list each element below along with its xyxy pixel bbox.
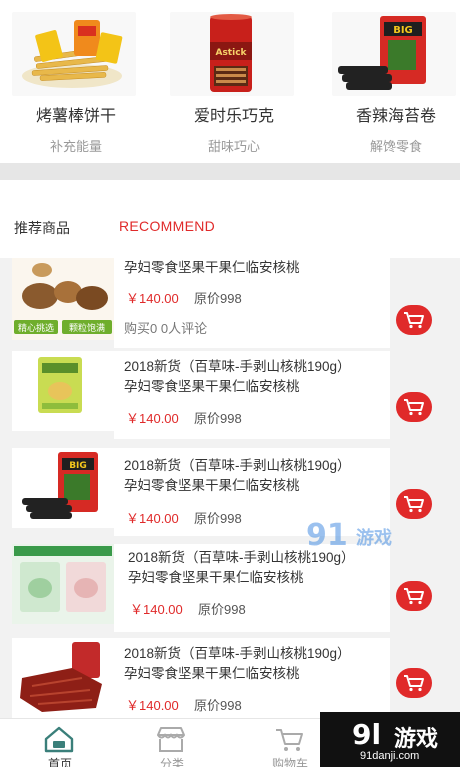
product-title: 2018新货（百草味-手剥山核桃190g） (124, 646, 351, 661)
product-stats: 购买0 0人评论 (124, 318, 207, 337)
watermark-logo: 91 游戏 (306, 518, 416, 558)
product-title: 孕妇零食坚果干果仁临安核桃 (124, 478, 300, 493)
tab-category[interactable]: 分类 (112, 719, 232, 767)
category-card-chocolate[interactable]: Astick 爱时乐巧克 甜味巧心 (170, 0, 298, 163)
product-title: 孕妇零食坚果干果仁临安核桃 (124, 260, 300, 275)
walnut-image: 精心挑选 颗粒饱满 (12, 258, 114, 340)
category-strip: 烤薯棒饼干 补充能量 Astick 爱时乐巧克 甜味巧心 BIG 香辣海苔卷 解… (0, 0, 460, 163)
add-to-cart-button[interactable] (396, 668, 432, 698)
snack-box-image (12, 544, 114, 624)
category-name: 香辣海苔卷 (355, 108, 436, 125)
category-card-biscuit[interactable]: 烤薯棒饼干 补充能量 (12, 0, 140, 163)
product-info: 2018新货（百草味-手剥山核桃190g） 孕妇零食坚果干果仁临安核桃 ￥140… (114, 351, 390, 439)
product-original-price: 原价998 (198, 602, 246, 617)
add-to-cart-button[interactable] (396, 305, 432, 335)
svg-text:BIG: BIG (393, 25, 413, 36)
biscuit-image (12, 12, 136, 96)
category-subtitle: 解馋零食 (369, 139, 422, 154)
add-to-cart-button[interactable] (396, 581, 432, 611)
section-divider (0, 163, 460, 180)
cart-icon (404, 399, 424, 416)
walnut-bag-image (12, 351, 114, 431)
shop-icon (157, 727, 185, 752)
product-info: 孕妇零食坚果干果仁临安核桃 ￥140.00 原价998 购买0 0人评论 (114, 258, 390, 348)
cart-icon (276, 729, 303, 751)
cart-icon (404, 496, 424, 513)
recommend-title-cn: 推荐商品 (14, 220, 70, 236)
list-item[interactable]: 精心挑选 颗粒饱满 孕妇零食坚果干果仁临安核桃 ￥140.00 原价998 购买… (0, 258, 460, 348)
tab-home[interactable]: 首页 (0, 719, 120, 767)
watermark-text: 游戏 (356, 528, 392, 548)
product-price: ￥140.00 (126, 411, 179, 426)
tab-label: 分类 (159, 757, 184, 767)
watermark-url: 91danji.com (360, 750, 420, 762)
cart-icon (404, 588, 424, 605)
corner-watermark: 9l 游戏 91danji.com (320, 712, 460, 767)
product-original-price: 原价998 (194, 411, 242, 426)
product-title: 孕妇零食坚果干果仁临安核桃 (124, 379, 300, 394)
recommend-title-en: RECOMMEND (119, 218, 216, 234)
badge-text: 颗粒饱满 (69, 322, 105, 334)
buy-count: 购买0 (124, 321, 158, 336)
beef-jerky-image (12, 638, 114, 718)
badge-text: 精心挑选 (18, 322, 54, 334)
product-title: 孕妇零食坚果干果仁临安核桃 (128, 570, 304, 585)
chocolate-can-image: Astick (170, 12, 294, 96)
seaweed-roll-image: BIG (332, 12, 456, 96)
product-original-price: 原价998 (194, 698, 242, 713)
home-icon (44, 726, 74, 753)
category-subtitle: 补充能量 (49, 139, 102, 154)
svg-text:BIG: BIG (69, 461, 87, 471)
watermark-number: 91 (306, 518, 348, 553)
product-title: 2018新货（百草味-手剥山核桃190g） (124, 458, 351, 473)
list-item[interactable]: 2018新货（百草味-手剥山核桃190g） 孕妇零食坚果干果仁临安核桃 ￥140… (0, 351, 460, 439)
cart-icon (404, 312, 424, 329)
add-to-cart-button[interactable] (396, 392, 432, 422)
product-price: ￥140.00 (126, 511, 179, 526)
category-subtitle: 甜味巧心 (207, 139, 260, 154)
product-title: 2018新货（百草味-手剥山核桃190g） (124, 359, 351, 374)
tab-label: 首页 (47, 757, 72, 767)
category-card-seaweed[interactable]: BIG 香辣海苔卷 解馋零食 (332, 0, 460, 163)
cart-icon (404, 675, 424, 692)
svg-text:Astick: Astick (215, 48, 247, 58)
watermark-text: 游戏 (394, 726, 439, 751)
product-list: 精心挑选 颗粒饱满 孕妇零食坚果干果仁临安核桃 ￥140.00 原价998 购买… (0, 258, 460, 718)
product-original-price: 原价998 (194, 291, 242, 306)
product-title: 孕妇零食坚果干果仁临安核桃 (124, 666, 300, 681)
review-count: 0人评论 (160, 321, 208, 336)
recommend-header: 推荐商品 RECOMMEND (0, 180, 460, 258)
seaweed-product-image: BIG (12, 448, 114, 528)
category-name: 烤薯棒饼干 (35, 108, 116, 125)
product-price: ￥140.00 (130, 602, 183, 617)
product-info: 2018新货（百草味-手剥山核桃190g） 孕妇零食坚果干果仁临安核桃 ￥140… (114, 638, 390, 718)
add-to-cart-button[interactable] (396, 489, 432, 519)
product-price: ￥140.00 (126, 698, 179, 713)
product-original-price: 原价998 (194, 511, 242, 526)
watermark-number: 9l (352, 718, 382, 751)
category-name: 爱时乐巧克 (193, 108, 274, 125)
list-item[interactable]: 2018新货（百草味-手剥山核桃190g） 孕妇零食坚果干果仁临安核桃 ￥140… (0, 638, 460, 718)
product-price: ￥140.00 (126, 291, 179, 306)
